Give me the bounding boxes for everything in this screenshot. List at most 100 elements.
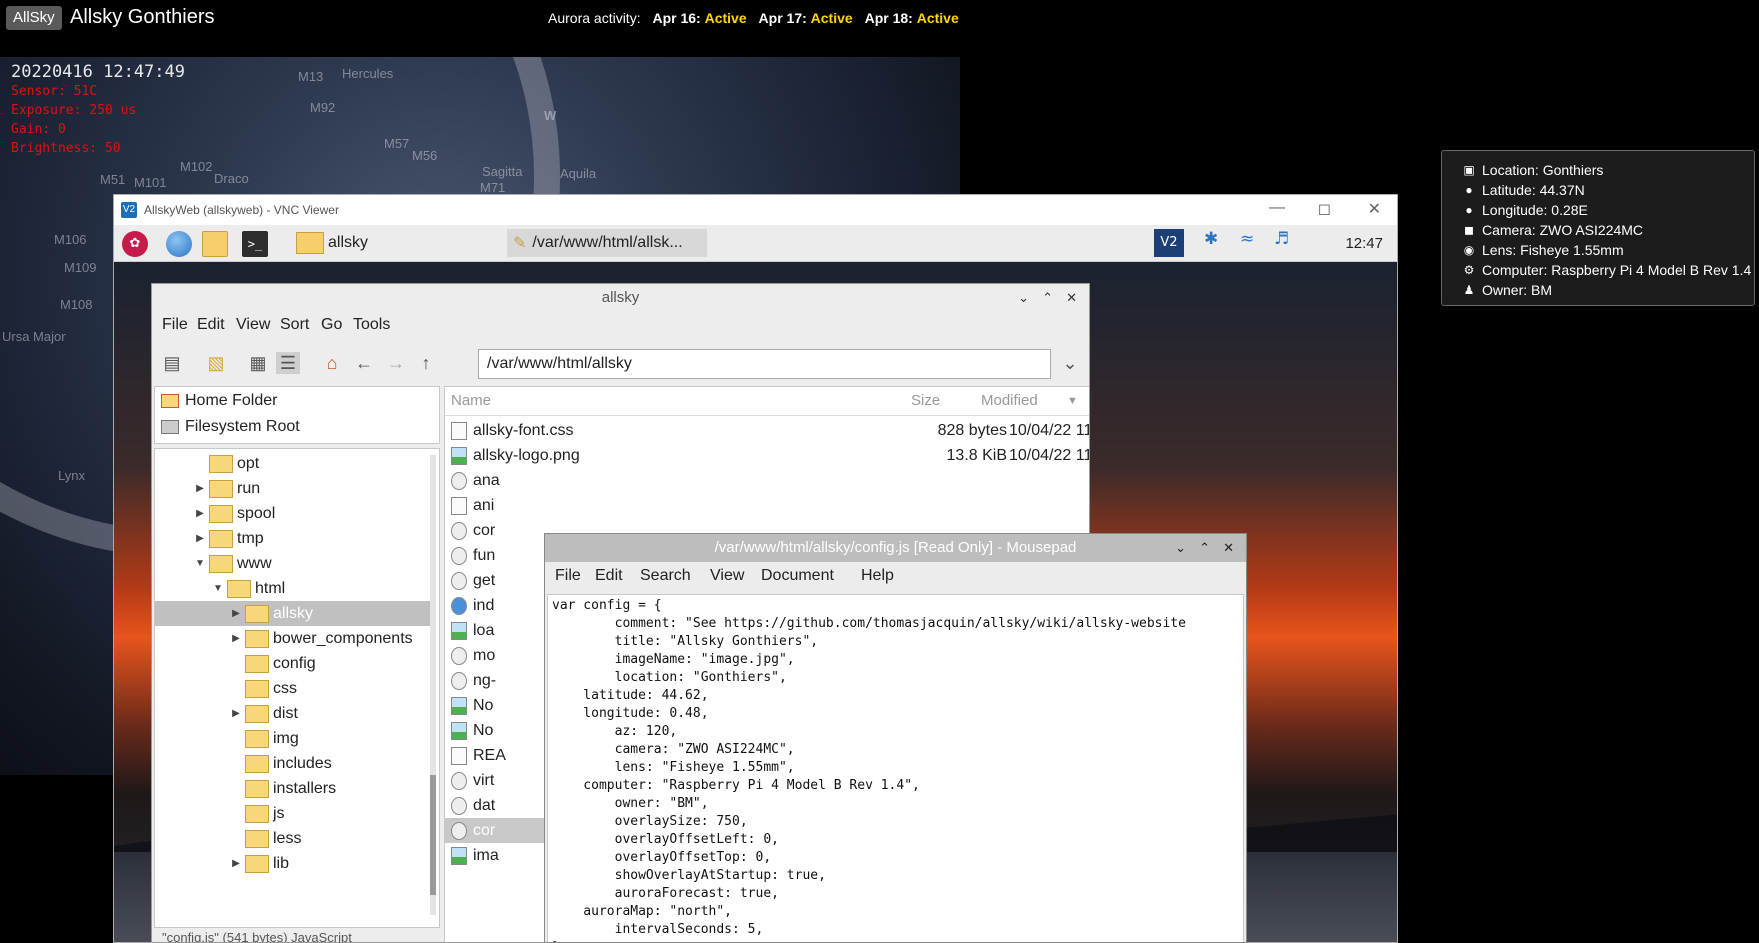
user-icon: ♟ (1463, 283, 1475, 297)
menu-tools[interactable]: Tools (353, 316, 390, 334)
folder-icon (245, 629, 269, 648)
tree-item-html[interactable]: ▼ html (211, 576, 285, 601)
sort-arrow-icon[interactable]: ▼ (1067, 395, 1078, 407)
tree-item-img[interactable]: img (229, 726, 299, 751)
script-file-icon (451, 521, 467, 540)
maximize-button[interactable]: ⌃ (1199, 534, 1210, 562)
file-manager-icon[interactable] (202, 231, 228, 257)
expand-arrow-icon[interactable]: ▶ (229, 608, 243, 619)
info-location: ▣ Location: Gonthiers (1463, 162, 1604, 178)
overlay-sensor: Sensor: 51C (11, 84, 98, 99)
up-icon[interactable]: ↑ (414, 352, 438, 374)
volume-icon[interactable]: ♬ (1274, 229, 1289, 257)
back-icon[interactable]: ← (352, 352, 376, 374)
file-row[interactable]: allsky-font.css828 bytes10/04/22 11:52 (445, 418, 1089, 443)
code-line: title: "Allsky Gonthiers", (552, 634, 819, 649)
column-modified[interactable]: Modified (981, 392, 1038, 409)
terminal-icon[interactable]: >_ (242, 231, 268, 257)
menu-edit[interactable]: Edit (595, 567, 623, 585)
place-home-folder[interactable]: Home Folder (161, 389, 277, 413)
scrollbar-thumb[interactable] (430, 775, 436, 895)
tree-item-config[interactable]: config (229, 651, 316, 676)
path-dropdown-icon[interactable]: ⌄ (1058, 352, 1082, 374)
place-filesystem-root[interactable]: Filesystem Root (161, 415, 300, 439)
minimize-button[interactable]: — (1269, 199, 1285, 217)
expand-arrow-icon[interactable]: ▶ (229, 858, 243, 869)
column-name[interactable]: Name (451, 392, 491, 409)
taskbar-item-allsky[interactable]: allsky (296, 229, 368, 257)
sky-label: M106 (54, 232, 87, 247)
expand-arrow-icon[interactable]: ▶ (193, 508, 207, 519)
folder-icon (209, 479, 233, 498)
menu-sort[interactable]: Sort (280, 316, 309, 334)
path-input[interactable]: /var/www/html/allsky (478, 349, 1051, 379)
expand-arrow-icon[interactable]: ▶ (193, 533, 207, 544)
tree-item-js[interactable]: js (229, 801, 285, 826)
tree-item-opt[interactable]: opt (193, 451, 259, 476)
menu-view[interactable]: View (710, 567, 744, 585)
code-line: overlaySize: 750, (552, 814, 748, 829)
tree-item-lib[interactable]: ▶ lib (229, 851, 289, 876)
code-line: longitude: 0.48, (552, 706, 709, 721)
menu-file[interactable]: File (555, 567, 581, 585)
tree-item-bower-components[interactable]: ▶ bower_components (229, 626, 413, 651)
forward-icon[interactable]: → (384, 352, 408, 374)
tree-item-dist[interactable]: ▶ dist (229, 701, 298, 726)
home-icon[interactable]: ⌂ (320, 352, 344, 374)
taskbar-item-mousepad[interactable]: ✎/var/www/html/allsk... (507, 229, 707, 257)
tree-item-css[interactable]: css (229, 676, 297, 701)
close-button[interactable]: ✕ (1223, 534, 1234, 562)
raspberry-menu-icon[interactable]: ✿ (122, 231, 148, 257)
menu-view[interactable]: View (236, 316, 270, 334)
minimize-button[interactable]: ⌄ (1018, 284, 1029, 312)
menu-search[interactable]: Search (640, 567, 691, 585)
icon-view-icon[interactable]: ▦ (246, 352, 270, 374)
collapse-arrow-icon[interactable]: ▼ (193, 558, 207, 569)
maximize-button[interactable]: ⌃ (1042, 284, 1053, 312)
close-button[interactable]: ✕ (1066, 284, 1077, 312)
eye-icon: ◉ (1463, 243, 1475, 257)
image-file-icon (451, 446, 467, 465)
tree-item-spool[interactable]: ▶ spool (193, 501, 275, 526)
menu-go[interactable]: Go (321, 316, 342, 334)
code-editor[interactable]: var config = { comment: "See https://git… (547, 594, 1244, 942)
info-latitude: ● Latitude: 44.37N (1462, 180, 1754, 200)
close-button[interactable]: ✕ (1368, 199, 1381, 219)
menu-file[interactable]: File (162, 316, 188, 334)
web-browser-icon[interactable] (166, 231, 192, 257)
map-pin-icon: ● (1465, 203, 1473, 217)
tree-item-includes[interactable]: includes (229, 751, 332, 776)
menu-document[interactable]: Document (761, 567, 834, 585)
maximize-button[interactable]: ◻ (1318, 199, 1331, 219)
bluetooth-icon[interactable]: ✱ (1204, 229, 1218, 257)
wifi-icon[interactable]: ≈ (1240, 229, 1254, 257)
column-size[interactable]: Size (911, 392, 940, 409)
file-row[interactable]: allsky-logo.png13.8 KiB10/04/22 11:52 (445, 443, 1089, 468)
vnc-server-icon[interactable]: V2 (1154, 229, 1184, 257)
file-row[interactable]: ani (445, 493, 1089, 518)
file-row[interactable]: ana (445, 468, 1089, 493)
expand-arrow-icon[interactable]: ▶ (229, 633, 243, 644)
menu-edit[interactable]: Edit (197, 316, 225, 334)
minimize-button[interactable]: ⌄ (1175, 534, 1186, 562)
tree-item-less[interactable]: less (229, 826, 301, 851)
tree-item-run[interactable]: ▶ run (193, 476, 260, 501)
gears-icon: ⚙ (1463, 263, 1475, 277)
list-view-icon[interactable]: ☰ (276, 352, 300, 374)
allsky-badge[interactable]: AllSky (6, 6, 62, 30)
tree-item-allsky[interactable]: ▶ allsky (155, 601, 433, 626)
tree-item-tmp[interactable]: ▶ tmp (193, 526, 264, 551)
collapse-arrow-icon[interactable]: ▼ (211, 583, 225, 594)
new-folder-icon[interactable]: ▧ (204, 352, 228, 374)
folder-icon (245, 754, 269, 773)
expand-arrow-icon[interactable]: ▶ (193, 483, 207, 494)
new-window-icon[interactable]: ▤ (160, 352, 184, 374)
tree-scrollbar[interactable] (430, 455, 436, 915)
folder-icon (209, 529, 233, 548)
expand-arrow-icon[interactable]: ▶ (229, 708, 243, 719)
menu-help[interactable]: Help (861, 567, 894, 585)
map-icon: ▣ (1463, 163, 1475, 177)
sky-label: M92 (310, 100, 336, 115)
tree-item-www[interactable]: ▼ www (193, 551, 272, 576)
tree-item-installers[interactable]: installers (229, 776, 336, 801)
